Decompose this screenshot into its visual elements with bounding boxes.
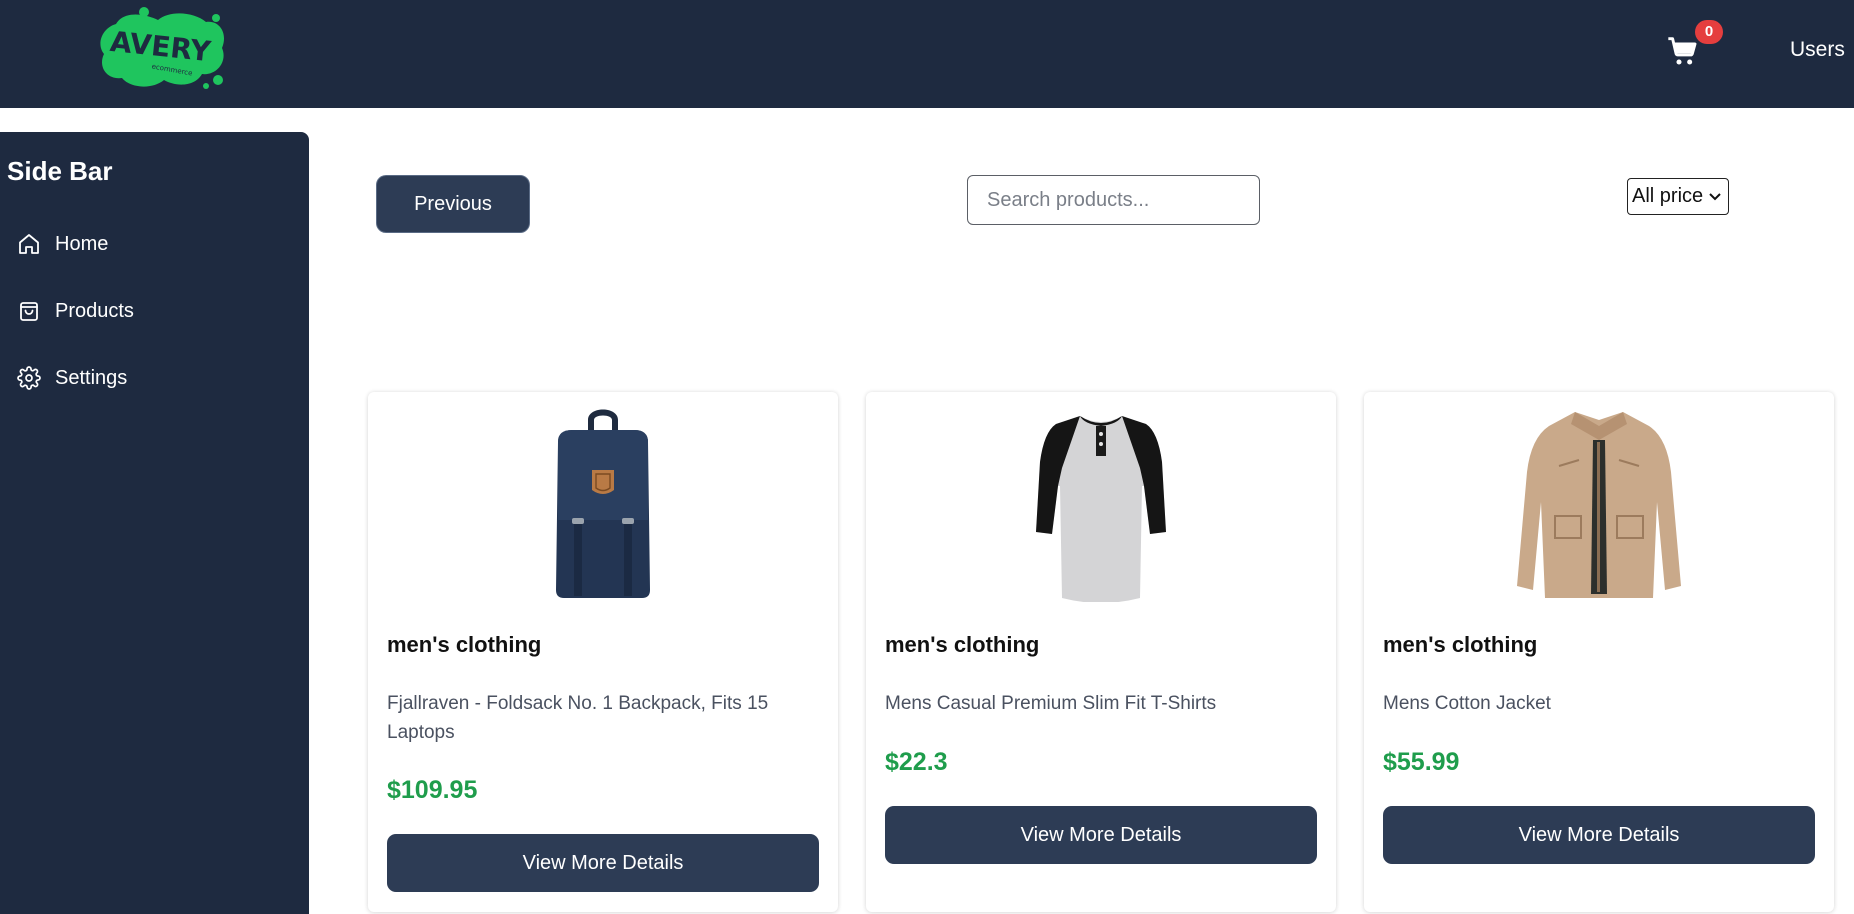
users-link[interactable]: Users — [1790, 38, 1845, 62]
view-more-details-button[interactable]: View More Details — [1383, 806, 1815, 864]
product-category: men's clothing — [1383, 632, 1538, 657]
jacket-image[interactable] — [1364, 402, 1834, 602]
view-more-details-button[interactable]: View More Details — [885, 806, 1317, 864]
product-price: $22.3 — [885, 748, 948, 776]
home-icon — [16, 231, 42, 257]
avery-logo[interactable]: AVERY ecommerce — [94, 6, 230, 94]
product-title: Mens Cotton Jacket — [1383, 693, 1551, 714]
sidebar-item-home[interactable]: Home — [16, 226, 286, 262]
product-category: men's clothing — [387, 632, 542, 657]
shopping-bag-icon — [16, 298, 42, 324]
sidebar-item-label: Home — [55, 232, 109, 255]
product-title: Mens Casual Premium Slim Fit T-Shirts — [885, 693, 1217, 714]
tshirt-image[interactable] — [866, 402, 1336, 602]
product-category: men's clothing — [885, 632, 1040, 657]
search-input[interactable] — [967, 175, 1260, 225]
sidebar-title: Side Bar — [7, 156, 113, 186]
product-card: men's clothing Mens Cotton Jacket $55.99… — [1364, 392, 1834, 912]
gear-icon — [16, 365, 42, 391]
price-filter-select[interactable]: All price — [1627, 178, 1729, 215]
top-navbar: AVERY ecommerce 0 Users — [0, 0, 1854, 108]
backpack-image[interactable] — [368, 402, 838, 602]
cart-count-badge: 0 — [1695, 20, 1723, 44]
product-price: $55.99 — [1383, 748, 1460, 776]
sidebar-item-products[interactable]: Products — [16, 293, 286, 329]
sidebar-item-settings[interactable]: Settings — [16, 360, 286, 396]
product-card: men's clothing Mens Casual Premium Slim … — [866, 392, 1336, 912]
product-card: men's clothing Fjallraven - Foldsack No.… — [368, 392, 838, 912]
sidebar: Side Bar Home Products Settings — [0, 132, 309, 914]
cart-button[interactable] — [1666, 36, 1700, 68]
product-price: $109.95 — [387, 776, 478, 804]
sidebar-item-label: Settings — [55, 366, 128, 389]
chevron-down-icon — [1708, 192, 1722, 202]
sidebar-item-label: Products — [55, 299, 134, 322]
previous-button[interactable]: Previous — [376, 175, 530, 233]
price-filter-value: All price — [1632, 185, 1704, 207]
product-title: Fjallraven - Foldsack No. 1 Backpack, Fi… — [387, 693, 769, 743]
cart-icon — [1668, 37, 1697, 65]
view-more-details-button[interactable]: View More Details — [387, 834, 819, 892]
